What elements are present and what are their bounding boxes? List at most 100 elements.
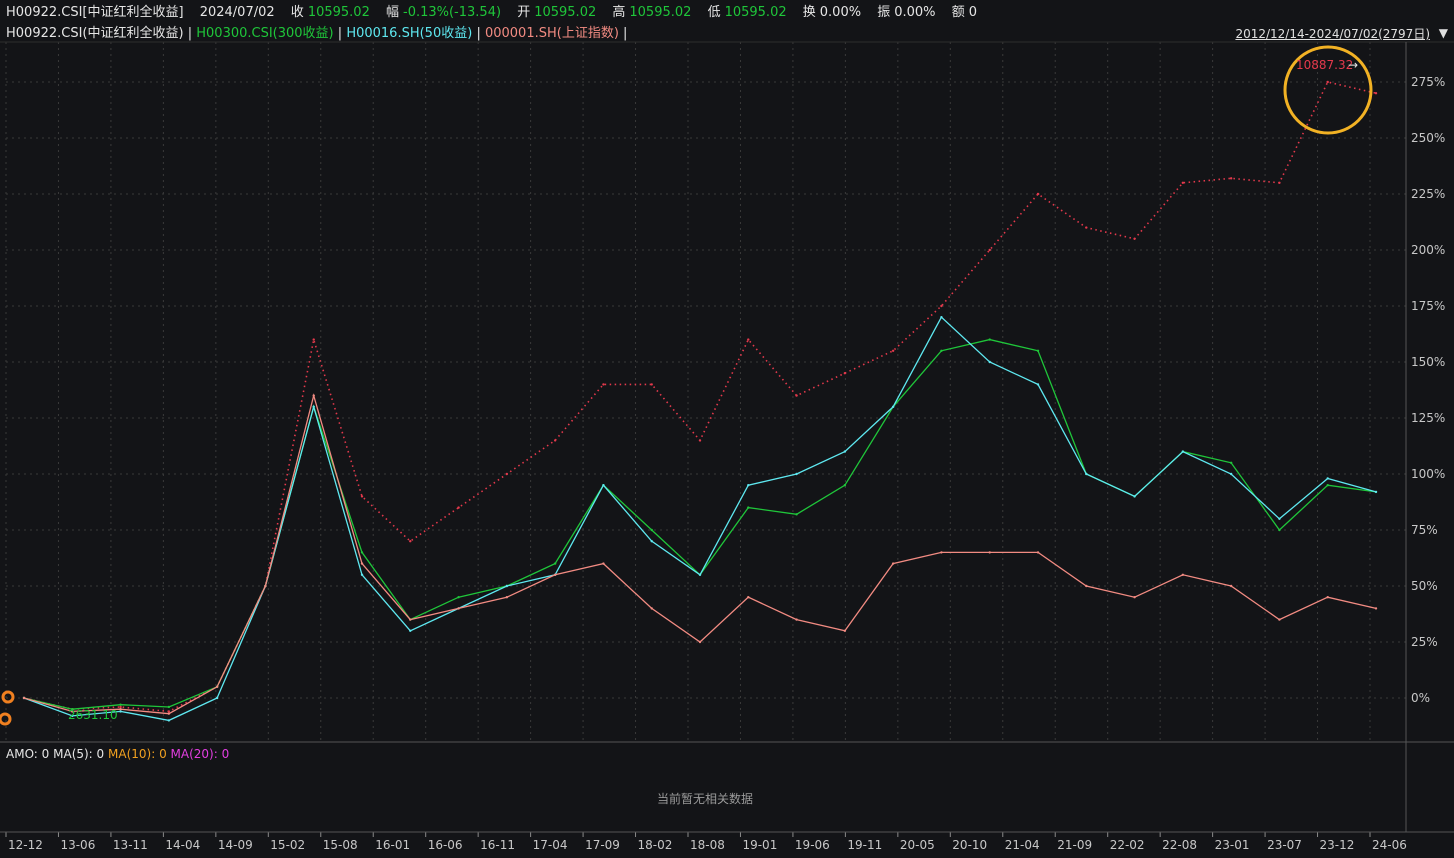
data-point xyxy=(1181,181,1185,184)
x-axis: 12-12 13-06 13-11 14-04 14-09 15-02 15-08 16-01… xyxy=(5,832,1407,852)
data-point xyxy=(1229,584,1233,588)
data-point xyxy=(650,540,653,543)
data-point xyxy=(1036,192,1040,196)
data-point xyxy=(457,607,460,610)
data-point xyxy=(988,248,991,252)
max-value-label: 10887.32 xyxy=(1296,58,1353,72)
dropdown-arrow-icon[interactable]: ▼ xyxy=(1439,26,1448,40)
legend-separator: | xyxy=(476,26,481,41)
data-point xyxy=(602,484,605,487)
data-point xyxy=(360,495,364,498)
data-point xyxy=(988,338,991,341)
data-point xyxy=(795,394,798,397)
legend-item-shanghai[interactable]: 000001.SH(上证指数) xyxy=(485,26,619,41)
x-tick-label: 16-11 xyxy=(480,838,515,852)
legend-item-sz50[interactable]: H00016.SH(50收益) xyxy=(346,26,472,41)
data-point xyxy=(553,562,557,565)
data-point xyxy=(940,551,943,554)
date-range[interactable]: 2012/12/14-2024/07/02(2797日) xyxy=(1235,26,1430,42)
legend-item-hs300[interactable]: H00300.CSI(300收益) xyxy=(196,26,333,41)
data-point xyxy=(747,506,750,509)
data-point xyxy=(747,338,750,341)
data-point xyxy=(553,439,557,442)
series-line-3 xyxy=(23,393,1377,715)
data-point xyxy=(409,629,412,632)
legend-separator: | xyxy=(187,26,193,41)
data-point xyxy=(1036,383,1040,386)
amount-value: 0 xyxy=(968,5,977,20)
ma5-label: MA(5): 0 xyxy=(53,747,105,761)
data-point xyxy=(360,551,364,554)
data-point xyxy=(505,584,509,588)
data-point xyxy=(1085,226,1088,229)
data-point xyxy=(1133,237,1136,240)
data-point xyxy=(843,629,847,632)
data-point xyxy=(167,719,171,722)
data-point xyxy=(1326,80,1329,84)
close-value: 10595.02 xyxy=(307,5,370,20)
data-point xyxy=(843,450,847,453)
x-tick-label: 13-06 xyxy=(60,838,95,852)
data-point xyxy=(1133,596,1136,599)
data-point xyxy=(747,484,750,487)
data-point xyxy=(1036,349,1040,352)
data-point xyxy=(312,394,315,397)
legend-item-dividend[interactable]: H00922.CSI(中证红利全收益) xyxy=(6,26,184,41)
data-point xyxy=(843,484,847,487)
x-tick-label: 24-06 xyxy=(1372,838,1407,852)
x-tick-label: 21-04 xyxy=(1005,838,1040,852)
change-value: -0.13%(-13.54) xyxy=(403,5,502,20)
data-point xyxy=(409,618,412,621)
x-tick-label: 16-01 xyxy=(375,838,410,852)
x-tick-label: 19-01 xyxy=(742,838,777,852)
amplitude-label: 振 xyxy=(877,5,891,20)
series-line-2 xyxy=(23,316,1377,722)
high-label: 高 xyxy=(612,5,626,20)
x-tick-label: 17-09 xyxy=(585,838,620,852)
amount-label: 额 xyxy=(951,5,965,20)
data-point xyxy=(119,703,122,706)
data-point xyxy=(1085,584,1088,588)
x-tick-label: 14-09 xyxy=(218,838,253,852)
y-tick-label: 100% xyxy=(1411,467,1445,481)
legend-separator: | xyxy=(623,26,628,41)
data-point xyxy=(264,584,267,588)
x-tick-label: 22-02 xyxy=(1110,838,1145,852)
data-point xyxy=(505,472,509,476)
data-point xyxy=(1278,517,1281,520)
x-tick-label: 15-08 xyxy=(323,838,358,852)
data-point xyxy=(795,618,798,621)
series-line-1 xyxy=(23,338,1377,710)
ma20-label: MA(20): 0 xyxy=(170,747,230,761)
data-point xyxy=(312,338,315,341)
open-label: 开 xyxy=(517,5,531,20)
y-tick-label: 0% xyxy=(1411,691,1430,705)
ma10-label: MA(10): 0 xyxy=(108,747,167,761)
data-point xyxy=(215,685,219,688)
y-tick-label: 25% xyxy=(1411,635,1438,649)
x-tick-label: 23-07 xyxy=(1267,838,1302,852)
x-tick-label: 18-08 xyxy=(690,838,725,852)
data-point xyxy=(795,513,798,516)
data-point xyxy=(650,528,653,532)
low-label: 低 xyxy=(707,5,721,20)
x-tick-label: 15-02 xyxy=(270,838,305,852)
data-point xyxy=(1036,551,1040,554)
x-tick-label: 14-04 xyxy=(165,838,200,852)
data-point xyxy=(891,562,895,565)
data-point xyxy=(940,304,943,308)
data-point xyxy=(1374,92,1378,95)
data-point xyxy=(22,696,26,700)
start-marker-icon-2 xyxy=(0,712,12,726)
x-tick-label: 21-09 xyxy=(1057,838,1092,852)
data-point xyxy=(988,551,991,554)
data-point xyxy=(747,596,750,599)
data-point xyxy=(891,349,895,352)
data-point xyxy=(312,405,315,408)
y-tick-label: 250% xyxy=(1411,131,1445,145)
data-point xyxy=(1229,461,1233,464)
quote-date: 2024/07/02 xyxy=(199,5,275,20)
x-tick-label: 20-05 xyxy=(900,838,935,852)
series-line-0 xyxy=(23,81,1377,713)
min-value-label: 2631.10 xyxy=(68,708,118,722)
